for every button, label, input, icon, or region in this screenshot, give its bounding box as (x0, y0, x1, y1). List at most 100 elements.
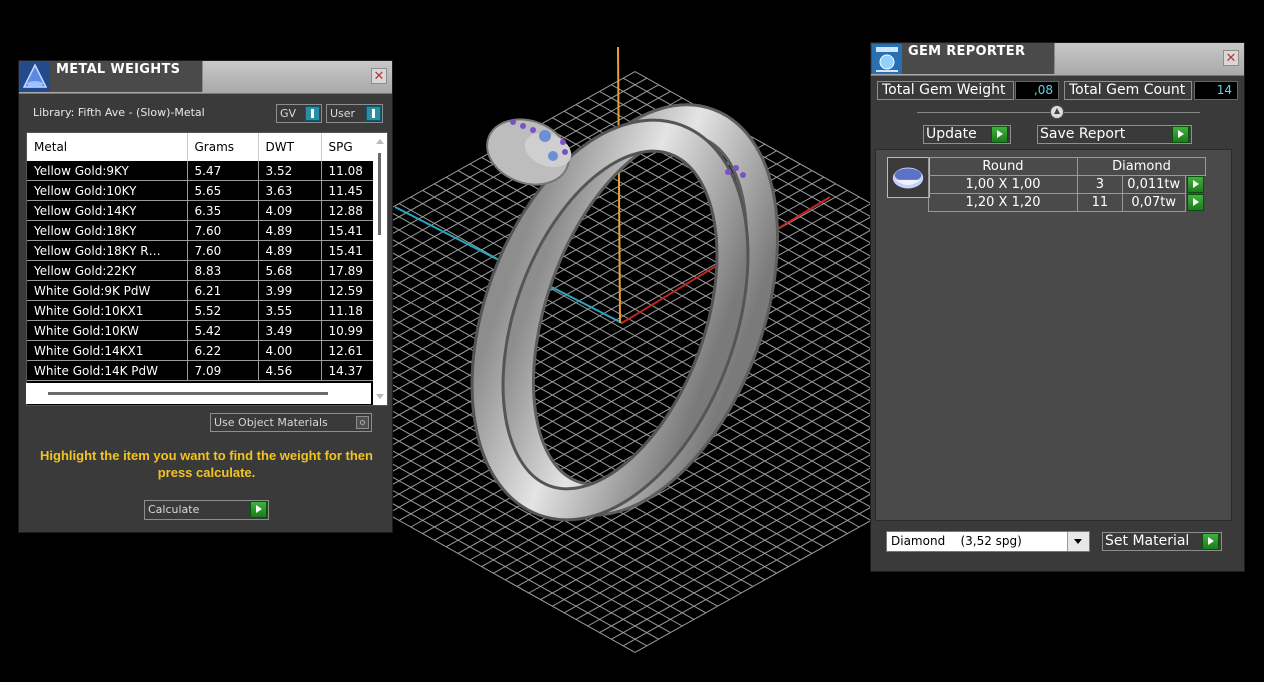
update-button[interactable]: Update (923, 125, 1011, 144)
metal-cell-metal: Yellow Gold:9KY (27, 161, 188, 181)
metal-cell-spg: 17.89 (321, 260, 380, 281)
gv-dropdown-arrow-icon[interactable] (305, 106, 320, 121)
z-axis-line (617, 46, 621, 324)
library-label: Library: Fifth Ave - (Slow)-Metal (33, 106, 205, 119)
column-header-dwt[interactable]: DWT (258, 133, 322, 161)
metal-cell-spg: 15.41 (321, 240, 380, 261)
metal-cell-grams: 8.83 (187, 260, 259, 281)
metal-weights-panel: METAL WEIGHTS ✕ Library: Fifth Ave - (Sl… (18, 60, 393, 533)
metal-cell-metal: White Gold:14KX1 (27, 340, 188, 361)
metal-table-row[interactable]: White Gold:10KW 5.42 3.49 10.99 (27, 320, 380, 341)
metal-cell-grams: 6.21 (187, 280, 259, 301)
metal-cell-metal: Yellow Gold:18KY (27, 220, 188, 241)
metal-table-row[interactable]: Yellow Gold:22KY 8.83 5.68 17.89 (27, 260, 380, 281)
user-dropdown-arrow-icon[interactable] (366, 106, 381, 121)
use-object-materials-radio[interactable] (356, 416, 369, 429)
calculate-label: Calculate (148, 503, 200, 516)
metal-cell-spg: 11.08 (321, 161, 380, 181)
use-object-materials-option[interactable]: Use Object Materials (210, 413, 372, 432)
gem-table: Round Diamond 1,00 X 1,00 3 0,011tw 1,20… (928, 157, 1206, 212)
column-header-metal[interactable]: Metal (27, 133, 188, 161)
gem-row-select-icon[interactable] (1186, 176, 1204, 194)
gv-dropdown[interactable]: GV (276, 104, 322, 123)
metal-table-row[interactable]: White Gold:14K PdW 7.09 4.56 14.37 (27, 360, 380, 381)
total-gem-weight-value: ,08 (1015, 81, 1059, 100)
metal-cell-grams: 5.52 (187, 300, 259, 321)
material-select[interactable]: Diamond (3,52 spg) (886, 531, 1090, 552)
metal-table-vertical-scrollbar[interactable] (373, 133, 387, 405)
metal-cell-spg: 15.41 (321, 220, 380, 241)
save-report-button[interactable]: Save Report (1037, 125, 1192, 144)
ring-model[interactable] (441, 87, 809, 538)
set-material-label: Set Material (1105, 533, 1190, 549)
use-object-materials-label: Use Object Materials (214, 416, 328, 429)
gem-reporter-icon (872, 44, 902, 74)
round-gem-icon (887, 157, 930, 198)
metal-table-horizontal-scrollbar[interactable] (26, 383, 371, 404)
metal-cell-grams: 6.35 (187, 200, 259, 221)
update-label: Update (926, 126, 977, 142)
metal-table: Metal Grams DWT SPG Yellow Gold:9KY 5.47 3… (26, 132, 388, 406)
user-dropdown[interactable]: User (326, 104, 383, 123)
metal-table-row[interactable]: White Gold:9K PdW 6.21 3.99 12.59 (27, 280, 380, 301)
metal-cell-dwt: 4.09 (258, 200, 322, 221)
metal-weights-close-button[interactable]: ✕ (371, 68, 387, 84)
calculate-arrow-icon[interactable] (250, 501, 267, 518)
calculate-button[interactable]: Calculate (144, 500, 269, 520)
metal-cell-metal: White Gold:10KX1 (27, 300, 188, 321)
metal-table-row[interactable]: Yellow Gold:10KY 5.65 3.63 11.45 (27, 180, 380, 201)
metal-cell-grams: 5.65 (187, 180, 259, 201)
user-dropdown-label: User (330, 107, 356, 120)
metal-cell-spg: 12.88 (321, 200, 380, 221)
metal-cell-dwt: 3.52 (258, 161, 322, 181)
instruction-text: Highlight the item you want to find the … (40, 448, 373, 480)
column-header-grams[interactable]: Grams (187, 133, 259, 161)
metal-cell-metal: White Gold:10KW (27, 320, 188, 341)
metal-weights-titlebar[interactable]: METAL WEIGHTS ✕ (19, 61, 392, 94)
gem-size: 1,00 X 1,00 (928, 175, 1078, 194)
metal-table-header: Metal Grams DWT SPG (27, 133, 380, 161)
gem-count: 3 (1077, 175, 1123, 194)
save-report-arrow-icon[interactable] (1172, 126, 1189, 143)
horizontal-scroll-thumb[interactable] (48, 392, 328, 395)
update-arrow-icon[interactable] (991, 126, 1008, 143)
scroll-down-icon[interactable] (376, 394, 384, 399)
metal-cell-metal: White Gold:9K PdW (27, 280, 188, 301)
column-header-spg[interactable]: SPG (321, 133, 380, 161)
gem-row[interactable]: 1,20 X 1,20 11 0,07tw (928, 193, 1206, 212)
gem-reporter-titlebar[interactable]: GEM REPORTER ✕ (871, 43, 1244, 76)
metal-weights-icon (20, 62, 50, 92)
gem-size: 1,20 X 1,20 (928, 193, 1078, 212)
gem-row[interactable]: 1,00 X 1,00 3 0,011tw (928, 175, 1206, 194)
gem-list-area[interactable]: Round Diamond 1,00 X 1,00 3 0,011tw 1,20… (875, 149, 1232, 521)
set-material-button[interactable]: Set Material (1102, 532, 1222, 551)
chevron-down-icon[interactable] (1067, 532, 1089, 551)
metal-table-row[interactable]: Yellow Gold:14KY 6.35 4.09 12.88 (27, 200, 380, 221)
metal-cell-grams: 7.09 (187, 360, 259, 381)
metal-table-row[interactable]: Yellow Gold:18KY 7.60 4.89 15.41 (27, 220, 380, 241)
metal-table-row[interactable]: White Gold:10KX1 5.52 3.55 11.18 (27, 300, 380, 321)
metal-cell-grams: 6.22 (187, 340, 259, 361)
metal-cell-metal: Yellow Gold:14KY (27, 200, 188, 221)
metal-table-row[interactable]: Yellow Gold:9KY 5.47 3.52 11.08 (27, 161, 380, 181)
gem-reporter-title: GEM REPORTER (908, 44, 1026, 59)
metal-cell-dwt: 3.99 (258, 280, 322, 301)
metal-table-row[interactable]: Yellow Gold:18KY R… 7.60 4.89 15.41 (27, 240, 380, 261)
metal-cell-grams: 7.60 (187, 240, 259, 261)
set-material-arrow-icon[interactable] (1202, 533, 1219, 550)
material-select-value: Diamond (3,52 spg) (891, 534, 1022, 548)
metal-cell-dwt: 3.55 (258, 300, 322, 321)
metal-cell-dwt: 4.89 (258, 240, 322, 261)
metal-cell-spg: 12.59 (321, 280, 380, 301)
metal-cell-dwt: 5.68 (258, 260, 322, 281)
total-gem-count-value: 14 (1194, 81, 1238, 100)
scroll-up-icon[interactable] (376, 139, 384, 144)
gem-row-select-icon[interactable] (1186, 194, 1204, 211)
gem-reporter-close-button[interactable]: ✕ (1223, 50, 1239, 66)
metal-table-row[interactable]: White Gold:14KX1 6.22 4.00 12.61 (27, 340, 380, 361)
vertical-scroll-thumb[interactable] (378, 153, 381, 235)
slider-handle[interactable] (1050, 105, 1064, 119)
metal-cell-grams: 5.42 (187, 320, 259, 341)
metal-cell-dwt: 4.89 (258, 220, 322, 241)
metal-cell-metal: Yellow Gold:10KY (27, 180, 188, 201)
